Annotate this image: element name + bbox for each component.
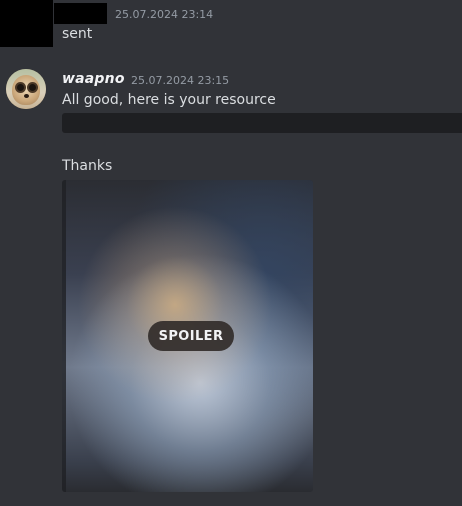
- avatar-eye-left: [17, 84, 24, 91]
- avatar-eye-right: [29, 84, 36, 91]
- message-text: Thanks: [62, 158, 113, 174]
- redacted-avatar: [0, 0, 53, 47]
- chat-view: 25.07.2024 23:14 sent waapno 25.07.2024 …: [0, 0, 462, 506]
- message-timestamp[interactable]: 25.07.2024 23:14: [115, 8, 213, 21]
- spoiler-image-attachment[interactable]: SPOILER: [62, 180, 313, 492]
- attachment-edge: [62, 180, 66, 492]
- spoiler-text-block[interactable]: [62, 113, 462, 133]
- meerkat-face: [12, 75, 40, 105]
- message-username[interactable]: waapno: [62, 71, 125, 87]
- message-timestamp[interactable]: 25.07.2024 23:15: [131, 74, 229, 87]
- spoiler-reveal-button[interactable]: SPOILER: [148, 321, 234, 351]
- message-text: sent: [62, 26, 93, 42]
- avatar[interactable]: [6, 69, 46, 109]
- avatar-nose: [24, 94, 29, 98]
- redacted-username: [54, 3, 107, 24]
- message-text: All good, here is your resource: [62, 92, 276, 108]
